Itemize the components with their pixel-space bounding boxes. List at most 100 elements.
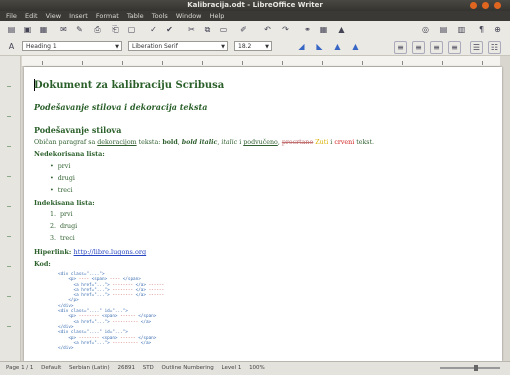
close-icon[interactable] — [494, 2, 501, 9]
hyperlink-icon[interactable]: ⚭ — [302, 24, 313, 35]
para-intro: Običan paragraf sa — [34, 139, 98, 146]
para-yellow: Zuti — [315, 139, 329, 146]
paste-icon[interactable]: ▭ — [218, 24, 229, 35]
para-middle: teksta: — [136, 139, 163, 146]
undo-icon[interactable]: ↶ — [262, 24, 273, 35]
show-draw-icon[interactable]: ▲ — [336, 24, 347, 35]
menu-table[interactable]: Table — [127, 12, 144, 20]
zoom-slider-handle[interactable] — [474, 365, 478, 371]
print-icon[interactable]: ⎗ — [110, 24, 121, 35]
menu-bar: File Edit View Insert Format Table Tools… — [0, 11, 510, 21]
para-italic: italic — [221, 139, 238, 146]
maximize-icon[interactable] — [482, 2, 489, 9]
menu-tools[interactable]: Tools — [152, 12, 168, 20]
styles-formatting-icon[interactable]: A — [6, 41, 17, 52]
document-title[interactable]: Dokument za kalibraciju Scribusa — [34, 80, 224, 91]
char-color-icon[interactable]: ▲ — [350, 41, 361, 52]
numbered-list-label[interactable]: Indekisana lista: — [34, 199, 95, 207]
status-section: Outline Numbering — [161, 365, 214, 371]
para-red: crveni — [334, 139, 355, 146]
copy-icon[interactable]: ⧉ — [202, 24, 213, 35]
status-zoom[interactable]: 100% — [249, 365, 265, 371]
chevron-down-icon: ▼ — [221, 44, 225, 50]
code-block[interactable]: <div class="...."> <p> ---- <span> ---- … — [58, 272, 164, 351]
status-page[interactable]: Page 1 / 1 — [6, 365, 33, 371]
para-end: tekst. — [354, 139, 375, 146]
code-label[interactable]: Kod: — [34, 260, 51, 268]
spellcheck-icon[interactable]: ✓ — [148, 24, 159, 35]
standard-toolbar: ▤ ▣ ▦ ✉ ✎ ⎙ ⎗ ▢ ✓ ✔ ✂ ⧉ ▭ ✐ ↶ ↷ ⚭ ▦ ▲ ◎ … — [0, 21, 510, 39]
table-icon[interactable]: ▦ — [318, 24, 329, 35]
list-item[interactable]: • treci — [50, 187, 73, 194]
datasources-icon[interactable]: ▥ — [456, 24, 467, 35]
menu-view[interactable]: View — [46, 12, 61, 20]
menu-format[interactable]: Format — [96, 12, 119, 20]
status-style[interactable]: Default — [41, 365, 61, 371]
navigator-icon[interactable]: ◎ — [420, 24, 431, 35]
list-item[interactable]: 3. treci — [50, 235, 75, 242]
justify-icon[interactable]: ≡ — [448, 41, 461, 54]
hyperlink[interactable]: http://libre.lugons.org — [74, 248, 147, 256]
align-right-icon[interactable]: ≡ — [430, 41, 443, 54]
status-language[interactable]: Serbian (Latin) — [69, 365, 110, 371]
highlight-icon[interactable]: ◣ — [314, 41, 325, 52]
list-item[interactable]: 1. prvi — [50, 211, 73, 218]
document-subtitle[interactable]: Podešavanje stilova i dekoracija teksta — [34, 102, 207, 112]
paragraph-style-combo[interactable]: Heading 1 ▼ — [22, 41, 122, 51]
font-name-value: Liberation Serif — [132, 43, 178, 50]
section-heading[interactable]: Podešavanje stilova — [34, 125, 121, 135]
bullet-list-label[interactable]: Nedekorisana lista: — [34, 150, 105, 158]
hyperlink-label: Hiperlink: — [34, 248, 74, 256]
clone-format-icon[interactable]: ✐ — [238, 24, 249, 35]
background-color-icon[interactable]: ▲ — [332, 41, 343, 52]
paragraph-decoration[interactable]: Običan paragraf sa dekoracijom teksta: b… — [34, 139, 374, 146]
new-document-icon[interactable]: ▤ — [6, 24, 17, 35]
status-words: 26891 — [117, 365, 135, 371]
paragraph-style-value: Heading 1 — [26, 43, 57, 50]
gallery-icon[interactable]: ▤ — [438, 24, 449, 35]
list-item[interactable]: • drugi — [50, 175, 75, 182]
numbered-text: prvi — [60, 211, 73, 218]
cut-icon[interactable]: ✂ — [186, 24, 197, 35]
bullet-text: treci — [57, 187, 73, 194]
font-name-combo[interactable]: Liberation Serif ▼ — [128, 41, 228, 51]
nonprinting-chars-icon[interactable]: ¶ — [476, 24, 487, 35]
status-mode[interactable]: STD — [143, 365, 154, 371]
align-left-icon[interactable]: ≡ — [394, 41, 407, 54]
menu-insert[interactable]: Insert — [69, 12, 88, 20]
menu-edit[interactable]: Edit — [25, 12, 38, 20]
vertical-ruler[interactable] — [0, 56, 21, 361]
font-size-combo[interactable]: 18.2 ▼ — [234, 41, 272, 51]
formatting-toolbar: A Heading 1 ▼ Liberation Serif ▼ 18.2 ▼ … — [0, 38, 510, 56]
edit-file-icon[interactable]: ✎ — [74, 24, 85, 35]
save-icon[interactable]: ▦ — [38, 24, 49, 35]
document-page[interactable]: Dokument za kalibraciju Scribusa Podešav… — [24, 67, 502, 361]
title-bar: Kalibracija.odt - LibreOffice Writer — [0, 0, 510, 11]
numbered-text: drugi — [60, 223, 78, 230]
numbered-text: treci — [60, 235, 75, 242]
redo-icon[interactable]: ↷ — [280, 24, 291, 35]
zoom-icon[interactable]: ⊕ — [492, 24, 503, 35]
list-item[interactable]: 2. drugi — [50, 223, 77, 230]
export-pdf-icon[interactable]: ⎙ — [92, 24, 103, 35]
font-size-value: 18.2 — [238, 43, 252, 50]
print-preview-icon[interactable]: ▢ — [126, 24, 137, 35]
bullet-text: drugi — [57, 175, 75, 182]
font-color-icon[interactable]: ◢ — [296, 41, 307, 52]
horizontal-ruler[interactable] — [22, 56, 500, 67]
status-bar: Page 1 / 1 Default Serbian (Latin) 26891… — [0, 361, 510, 375]
autospell-icon[interactable]: ✔ — [164, 24, 175, 35]
menu-help[interactable]: Help — [210, 12, 225, 20]
bullet-text: prvi — [57, 163, 71, 170]
para-strike: precrtano — [281, 139, 314, 146]
minimize-icon[interactable] — [470, 2, 477, 9]
align-center-icon[interactable]: ≡ — [412, 41, 425, 54]
list-item[interactable]: • prvi — [50, 163, 70, 170]
open-icon[interactable]: ▣ — [22, 24, 33, 35]
numbering-icon[interactable]: ☷ — [488, 41, 501, 54]
menu-window[interactable]: Window — [176, 12, 202, 20]
bullets-icon[interactable]: ☰ — [470, 41, 483, 54]
email-icon[interactable]: ✉ — [58, 24, 69, 35]
zoom-slider[interactable] — [440, 365, 500, 371]
menu-file[interactable]: File — [6, 12, 17, 20]
